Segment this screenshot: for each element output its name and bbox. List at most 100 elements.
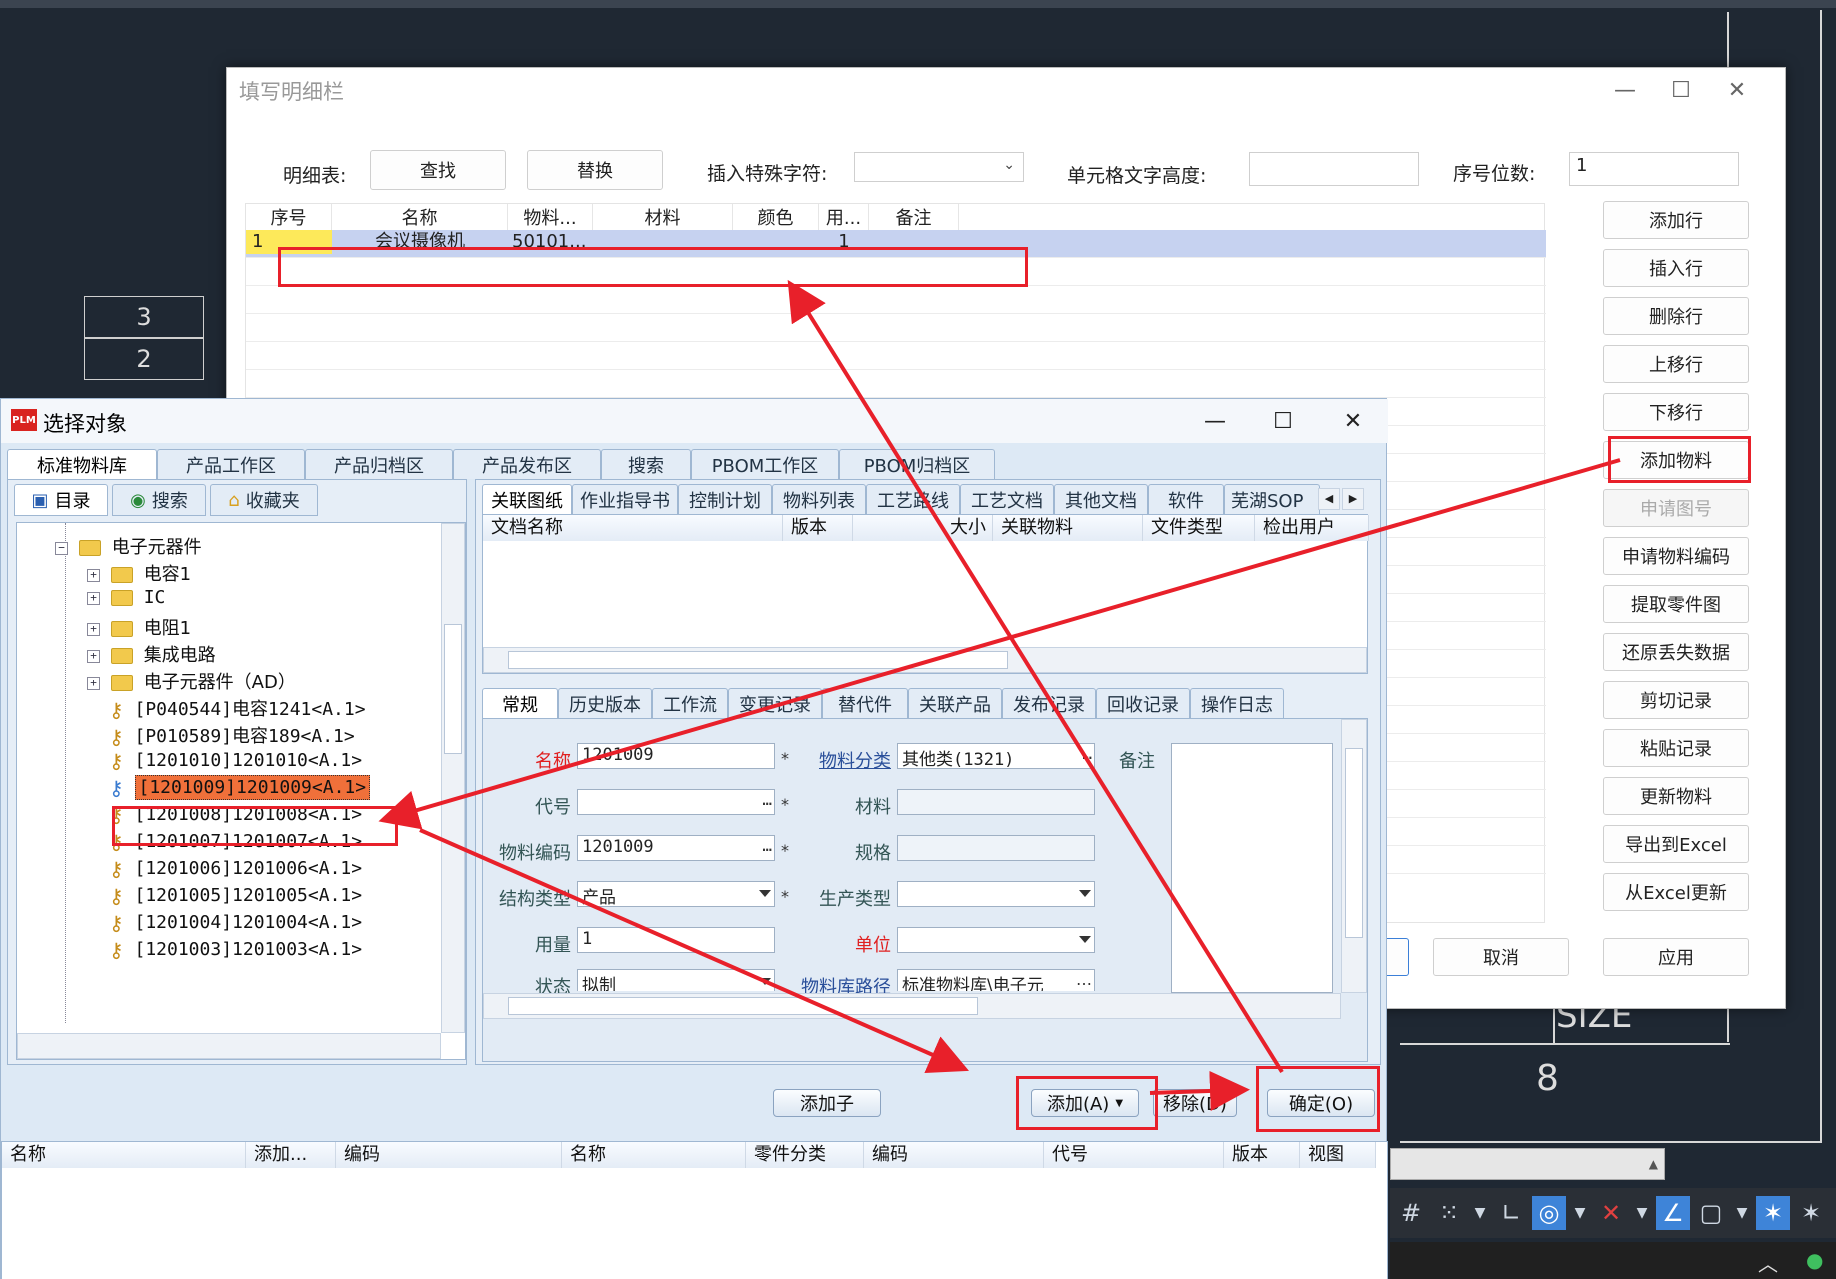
expand-icon[interactable]: + [87, 591, 100, 605]
tab-general[interactable]: 常规 [482, 688, 558, 718]
tree-hscrollbar[interactable] [17, 1033, 441, 1059]
column-header[interactable]: 检出用户 [1255, 515, 1369, 541]
tab-scroll-right-icon[interactable]: ▶ [1342, 488, 1364, 510]
spec-input[interactable] [897, 835, 1095, 861]
category-label[interactable]: 物料分类 [783, 747, 891, 773]
annotation-icon[interactable]: ✶ [1756, 1196, 1790, 1230]
collapse-icon[interactable]: − [55, 541, 68, 555]
doc-hscrollbar[interactable] [483, 647, 1367, 673]
tree-node[interactable]: + 电子元器件（AD） [87, 668, 296, 695]
find-button[interactable]: 查找 [370, 150, 506, 190]
scroll-thumb[interactable] [508, 997, 978, 1015]
snap-icon[interactable]: ⁙ [1432, 1196, 1466, 1230]
library-path-input[interactable]: 标准物料库\电子元… [897, 969, 1095, 991]
column-header[interactable]: 版本 [1224, 1142, 1300, 1168]
tab-product-release[interactable]: 产品发布区 [453, 449, 601, 479]
tree-node[interactable]: ⚷ [1201004]1201004<A.1> [109, 911, 362, 938]
scale-icon[interactable]: ✶ [1794, 1196, 1828, 1230]
scroll-up-icon[interactable]: ▲ [1649, 1157, 1658, 1171]
chevron-down-icon[interactable]: ▼ [1470, 1196, 1490, 1230]
column-header[interactable]: 添加... [246, 1142, 336, 1168]
column-header[interactable]: 名称 [2, 1142, 246, 1168]
close-icon[interactable]: ✕ [1717, 74, 1757, 106]
tab-history[interactable]: 历史版本 [558, 688, 652, 718]
apply-material-code-button[interactable]: 申请物料编码 [1603, 537, 1749, 575]
cut-record-button[interactable]: 剪切记录 [1603, 681, 1749, 719]
tree-node[interactable]: ⚷ [1201006]1201006<A.1> [109, 857, 362, 884]
code-input[interactable]: … [577, 789, 775, 815]
expand-icon[interactable]: + [87, 568, 100, 582]
chevron-down-icon[interactable]: ▼ [1632, 1196, 1652, 1230]
table-row[interactable] [246, 286, 1546, 314]
tab-recycle-log[interactable]: 回收记录 [1096, 688, 1190, 718]
update-from-excel-button[interactable]: 从Excel更新 [1603, 873, 1749, 911]
export-excel-button[interactable]: 导出到Excel [1603, 825, 1749, 863]
tree-node[interactable]: + 电容1 [87, 560, 191, 587]
tab-process-docs[interactable]: 工艺文档 [960, 484, 1054, 514]
wechat-icon[interactable]: ● [1806, 1248, 1823, 1272]
tab-search[interactable]: 搜索 [601, 449, 691, 479]
tree-node[interactable]: ⚷ [P040544]电容1241<A.1> [109, 695, 366, 722]
polar-icon[interactable]: ◎ [1532, 1196, 1566, 1230]
ellipsis-icon[interactable]: … [1076, 970, 1092, 989]
angle-icon[interactable]: ∠ [1656, 1196, 1690, 1230]
paste-record-button[interactable]: 粘贴记录 [1603, 729, 1749, 767]
tree-node[interactable]: + IC [87, 587, 165, 614]
object-icon[interactable]: ▢ [1694, 1196, 1728, 1230]
tab-product-archive[interactable]: 产品归档区 [305, 449, 453, 479]
tab-favorites[interactable]: ⌂ 收藏夹 [210, 484, 318, 516]
tab-wuhu-sop[interactable]: 芜湖SOP [1224, 484, 1320, 514]
tree-node[interactable]: ⚷ [P010589]电容189<A.1> [109, 722, 355, 749]
tree-node[interactable]: ⚷ [1201003]1201003<A.1> [109, 938, 362, 965]
remove-button[interactable]: 移除(D) [1153, 1089, 1237, 1117]
add-child-button[interactable]: 添加子 [773, 1089, 881, 1117]
minimize-icon[interactable]: — [1195, 405, 1235, 437]
tab-product-workspace[interactable]: 产品工作区 [157, 449, 305, 479]
column-header[interactable]: 关联物料 [993, 515, 1143, 541]
chevron-down-icon[interactable]: ▼ [1732, 1196, 1752, 1230]
tab-related-products[interactable]: 关联产品 [908, 688, 1002, 718]
column-header[interactable]: 视图 [1300, 1142, 1376, 1168]
tree-node[interactable]: ⚷ [1201010]1201010<A.1> [109, 749, 362, 776]
form-hscrollbar[interactable] [483, 993, 1341, 1019]
quantity-input[interactable]: 1 [577, 927, 775, 953]
tab-catalog[interactable]: ▣ 目录 [14, 484, 108, 516]
tab-related-drawings[interactable]: 关联图纸 [482, 484, 572, 514]
column-header[interactable]: 名称 [562, 1142, 746, 1168]
osnap-icon[interactable]: ✕ [1594, 1196, 1628, 1230]
delete-row-button[interactable]: 删除行 [1603, 297, 1749, 335]
column-header[interactable]: 代号 [1044, 1142, 1224, 1168]
tree-node[interactable]: + 电阻1 [87, 614, 191, 641]
extract-part-drawing-button[interactable]: 提取零件图 [1603, 585, 1749, 623]
tab-control-plan[interactable]: 控制计划 [678, 484, 772, 514]
tree-node[interactable]: ⚷ [1201005]1201005<A.1> [109, 884, 362, 911]
remark-textarea[interactable] [1171, 743, 1333, 993]
chevron-up-icon[interactable]: ︿ [1758, 1248, 1778, 1277]
minimize-icon[interactable]: — [1605, 74, 1645, 106]
table-row[interactable] [246, 342, 1546, 370]
tab-search-tree[interactable]: ◉ 搜索 [112, 484, 206, 516]
column-header[interactable]: 物料... [508, 204, 593, 230]
grid-icon[interactable]: # [1394, 1196, 1428, 1230]
cad-hscrollbar[interactable]: ▲ [1390, 1148, 1665, 1180]
scroll-thumb[interactable] [508, 651, 1008, 669]
update-material-button[interactable]: 更新物料 [1603, 777, 1749, 815]
tab-substitutes[interactable]: 替代件 [822, 688, 908, 718]
tree-node[interactable]: − 电子元器件 [55, 533, 202, 560]
tab-operation-log[interactable]: 操作日志 [1190, 688, 1284, 718]
column-header[interactable]: 材料 [593, 204, 733, 230]
expand-icon[interactable]: + [87, 676, 100, 690]
unit-select[interactable] [897, 927, 1095, 953]
table-row[interactable] [246, 370, 1546, 398]
structure-type-select[interactable]: 产品 [577, 881, 775, 907]
tab-process-route[interactable]: 工艺路线 [866, 484, 960, 514]
move-down-button[interactable]: 下移行 [1603, 393, 1749, 431]
scroll-thumb[interactable] [1345, 748, 1363, 938]
tab-workflow[interactable]: 工作流 [652, 688, 728, 718]
ellipsis-icon[interactable]: … [1082, 744, 1092, 763]
special-char-select[interactable]: ⌄ [854, 152, 1024, 182]
apply-drawing-number-button[interactable]: 申请图号 [1603, 489, 1749, 527]
column-header[interactable]: 用... [819, 204, 869, 230]
chevron-down-icon[interactable]: ▼ [1570, 1196, 1590, 1230]
column-header[interactable]: 名称 [332, 204, 508, 230]
